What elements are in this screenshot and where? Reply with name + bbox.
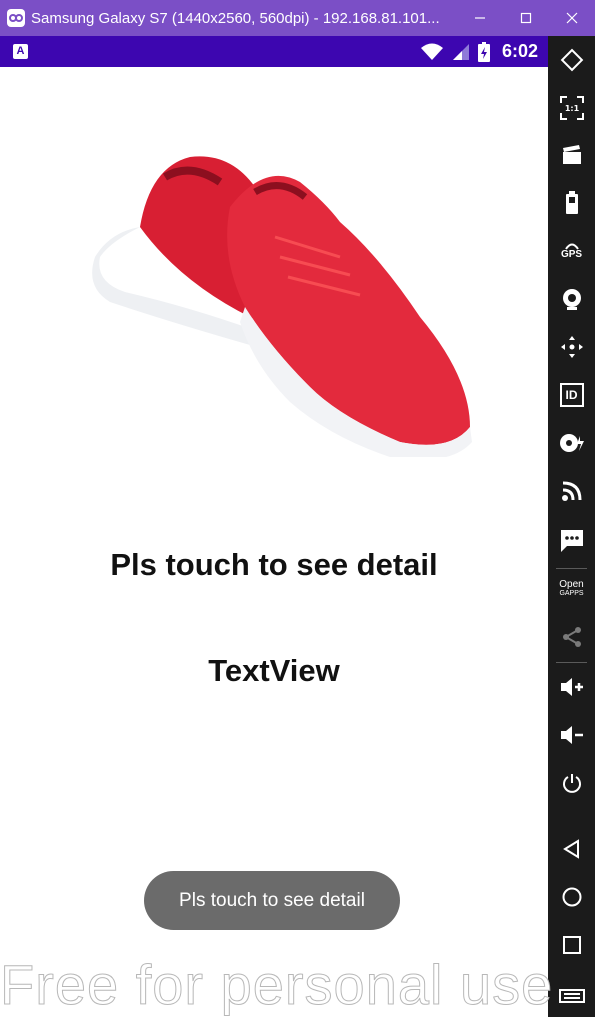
pixel-perfect-icon: 1:1: [559, 96, 584, 120]
identifiers-icon: ID: [559, 383, 584, 407]
battery-charging-icon: [477, 41, 490, 62]
disk-button[interactable]: [548, 425, 595, 461]
screen-record-button[interactable]: [548, 137, 595, 173]
app-content[interactable]: Pls touch to see detail TextView Pls tou…: [0, 67, 548, 1017]
home-icon: [562, 887, 581, 907]
pixel-perfect-button[interactable]: 1:1: [548, 90, 595, 126]
home-button[interactable]: [548, 879, 595, 915]
power-button[interactable]: [548, 765, 595, 801]
wifi-cast-icon: [561, 481, 581, 501]
close-button[interactable]: [549, 0, 595, 36]
volume-down-button[interactable]: [548, 717, 595, 753]
gps-label: GPS: [560, 249, 583, 260]
recents-icon: [562, 936, 581, 954]
window-title: Samsung Galaxy S7 (1440x2560, 560dpi) - …: [31, 9, 440, 27]
notification-icon: A: [13, 44, 28, 59]
open-gapps-sublabel: GAPPS: [559, 590, 584, 597]
touch-instruction-text: Pls touch to see detail: [110, 547, 438, 582]
detail-textview: TextView: [208, 653, 340, 688]
wifi-icon: [420, 43, 443, 60]
cell-signal-icon: [452, 43, 469, 60]
sms-button[interactable]: [548, 523, 595, 559]
emulator-toolbar: 1:1 GPS ID Open GAPPS: [548, 36, 595, 1017]
minimize-button[interactable]: [457, 0, 503, 36]
watermark-text: Free for personal use: [0, 953, 554, 1017]
share-icon: [562, 627, 581, 647]
disk-icon: [559, 434, 584, 452]
close-icon: [566, 12, 578, 24]
genymotion-logo-icon: [7, 9, 25, 27]
minimize-icon: [475, 17, 485, 19]
move-button[interactable]: [548, 329, 595, 365]
rotate-button[interactable]: [548, 42, 595, 78]
android-status-bar: A 6:02: [0, 36, 548, 67]
open-gapps-icon: Open GAPPS: [559, 580, 583, 598]
open-gapps-button[interactable]: Open GAPPS: [548, 571, 595, 607]
menu-icon: [558, 989, 585, 1003]
wifi-cast-button[interactable]: [548, 473, 595, 509]
camera-button[interactable]: [548, 281, 595, 317]
pixel-perfect-label: 1:1: [564, 104, 579, 113]
maximize-button[interactable]: [503, 0, 549, 36]
power-icon: [562, 774, 581, 793]
toast-message: Pls touch to see detail: [144, 871, 400, 930]
window-titlebar[interactable]: Samsung Galaxy S7 (1440x2560, 560dpi) - …: [0, 0, 595, 36]
status-time: 6:02: [501, 41, 538, 61]
shoe-image[interactable]: [80, 107, 480, 457]
share-button[interactable]: [548, 619, 595, 655]
volume-up-button[interactable]: [548, 669, 595, 705]
back-button[interactable]: [548, 831, 595, 867]
rotate-icon: [560, 48, 583, 72]
sms-icon: [560, 530, 583, 552]
volume-down-icon: [560, 726, 583, 744]
screen-record-icon: [562, 145, 581, 164]
maximize-icon: [520, 12, 532, 24]
battery-button[interactable]: [548, 185, 595, 221]
volume-up-icon: [560, 678, 583, 696]
gps-button[interactable]: GPS: [548, 233, 595, 269]
back-icon: [562, 839, 579, 859]
camera-icon: [562, 289, 581, 310]
battery-icon: [565, 191, 578, 214]
identifiers-button[interactable]: ID: [548, 377, 595, 413]
open-gapps-label: Open: [559, 579, 584, 590]
move-icon: [560, 336, 583, 358]
